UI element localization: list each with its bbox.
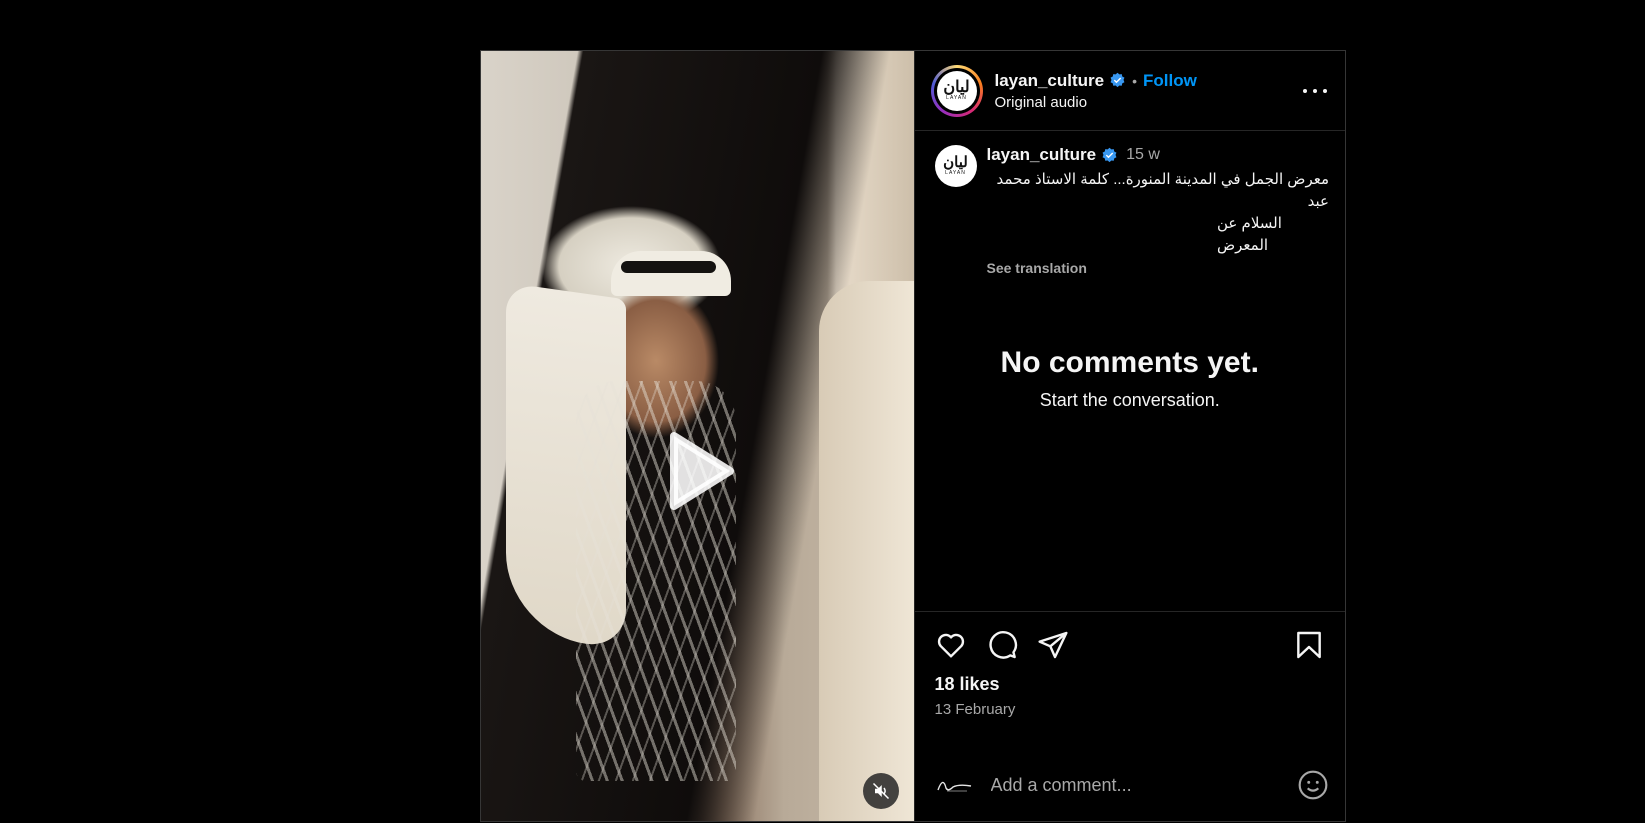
see-translation-button[interactable]: See translation bbox=[987, 260, 1330, 276]
more-icon[interactable] bbox=[1303, 81, 1327, 101]
action-bar: 18 likes 13 February bbox=[914, 611, 1345, 749]
empty-title: No comments yet. bbox=[1000, 346, 1259, 379]
mute-icon bbox=[872, 782, 890, 800]
verified-icon bbox=[1102, 147, 1117, 162]
post-date[interactable]: 13 February bbox=[935, 701, 1326, 718]
follow-button[interactable]: Follow bbox=[1143, 71, 1197, 91]
layan-logo: ليان LAYAN bbox=[936, 70, 977, 111]
comments-empty-state: No comments yet. Start the conversation. bbox=[915, 276, 1346, 611]
header-username[interactable]: layan_culture bbox=[995, 71, 1105, 91]
caption: ليان LAYAN layan_culture 15 w معرض الجمل… bbox=[915, 131, 1346, 276]
comment-input[interactable] bbox=[990, 774, 1297, 796]
heart-icon[interactable] bbox=[935, 629, 967, 661]
signature-avatar bbox=[936, 781, 971, 792]
mute-button[interactable] bbox=[863, 773, 899, 809]
original-audio-link[interactable]: Original audio bbox=[995, 94, 1197, 111]
caption-avatar[interactable]: ليان LAYAN bbox=[934, 145, 977, 187]
avatar[interactable]: ليان LAYAN bbox=[930, 64, 983, 117]
separator-dot: • bbox=[1132, 72, 1138, 89]
comment-bar bbox=[915, 749, 1346, 821]
caption-text: معرض الجمل في المدينة المنورة... كلمة ال… bbox=[996, 171, 1329, 254]
empty-subtitle: Start the conversation. bbox=[1039, 390, 1220, 410]
time-ago[interactable]: 15 w bbox=[1126, 146, 1160, 164]
likes-count[interactable]: 18 likes bbox=[935, 674, 1326, 695]
verified-icon bbox=[1110, 72, 1125, 88]
post-header: ليان LAYAN layan_culture • Follow Origin… bbox=[914, 51, 1345, 131]
save-icon[interactable] bbox=[1293, 629, 1325, 661]
post-sidebar: ليان LAYAN layan_culture • Follow Origin… bbox=[913, 51, 1346, 821]
video-frame-person bbox=[818, 281, 914, 821]
video-frame-agal bbox=[621, 261, 716, 273]
comment-icon[interactable] bbox=[986, 629, 1018, 661]
video-frame-headdress bbox=[611, 251, 731, 296]
play-icon[interactable] bbox=[652, 426, 742, 516]
share-icon[interactable] bbox=[1037, 629, 1069, 661]
video-player[interactable] bbox=[481, 51, 914, 821]
caption-username[interactable]: layan_culture bbox=[987, 145, 1097, 165]
post-modal: ليان LAYAN layan_culture • Follow Origin… bbox=[480, 50, 1346, 822]
emoji-icon[interactable] bbox=[1297, 769, 1329, 801]
